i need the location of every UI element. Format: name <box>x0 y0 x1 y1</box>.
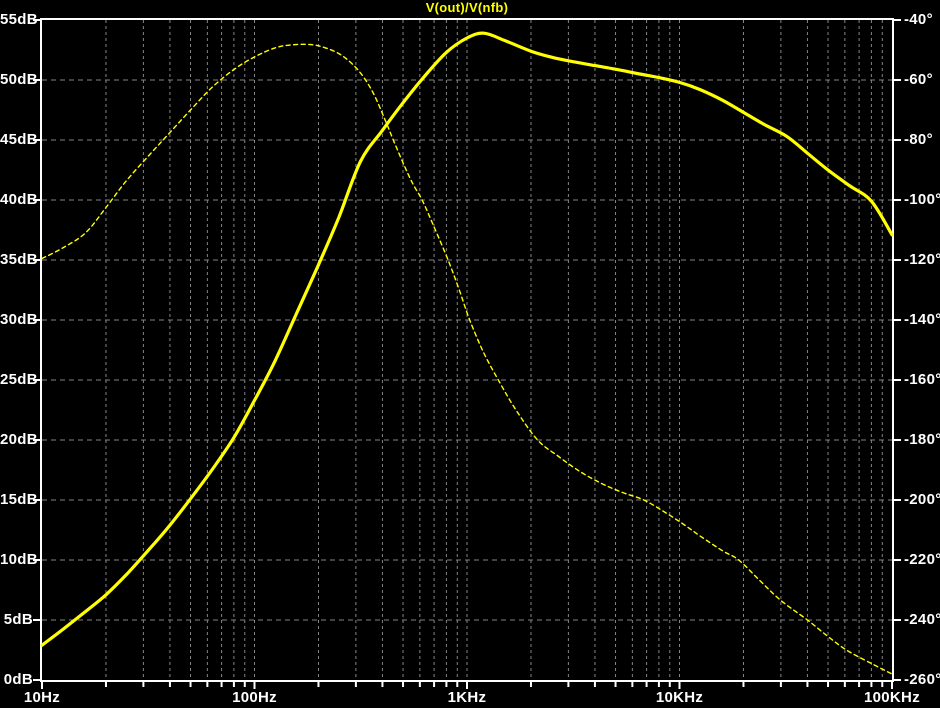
y-left-tick-label: 15dB <box>0 491 38 508</box>
y-left-tick-label: 55dB <box>0 11 38 28</box>
y-right-tick-label: -260° <box>904 671 940 688</box>
y-right-tick-label: -140° <box>904 311 940 328</box>
y-right-tick-label: -120° <box>904 251 940 268</box>
y-left-tick-label: 20dB <box>0 431 38 448</box>
y-left-tick-label: 45dB <box>0 131 38 148</box>
y-right-tick-label: -220° <box>904 551 940 568</box>
bode-plot-canvas <box>33 18 901 689</box>
x-tick-label: 10KHz <box>655 689 704 706</box>
y-right-tick-label: -160° <box>904 371 940 388</box>
plot-title: V(out)/V(nfb) <box>425 0 509 15</box>
y-left-tick-label: 10dB <box>0 551 38 568</box>
y-left-tick-label: 25dB <box>0 371 38 388</box>
x-tick-label: 1KHz <box>447 689 487 706</box>
y-left-tick-label: 30dB <box>0 311 38 328</box>
y-right-tick-label: -60° <box>904 71 933 88</box>
y-left-tick-label: 35dB <box>0 251 38 268</box>
x-tick-label: 100Hz <box>232 689 277 706</box>
y-left-tick-label: 0dB <box>3 671 33 688</box>
y-right-tick-label: -100° <box>904 191 940 208</box>
y-right-tick-label: -240° <box>904 611 940 628</box>
y-right-tick-label: -80° <box>904 131 933 148</box>
x-tick-label: 10Hz <box>23 689 61 706</box>
y-right-tick-label: -180° <box>904 431 940 448</box>
y-left-tick-label: 40dB <box>0 191 38 208</box>
y-left-tick-label: 5dB <box>3 611 33 628</box>
y-right-tick-label: -40° <box>904 11 933 28</box>
y-left-tick-label: 50dB <box>0 71 38 88</box>
y-right-tick-label: -200° <box>904 491 940 508</box>
x-tick-label: 100KHz <box>864 689 920 706</box>
plot-pane: V(out)/V(nfb) 55dB 50dB 45dB 40dB 35dB 30dB 25… <box>0 0 940 708</box>
